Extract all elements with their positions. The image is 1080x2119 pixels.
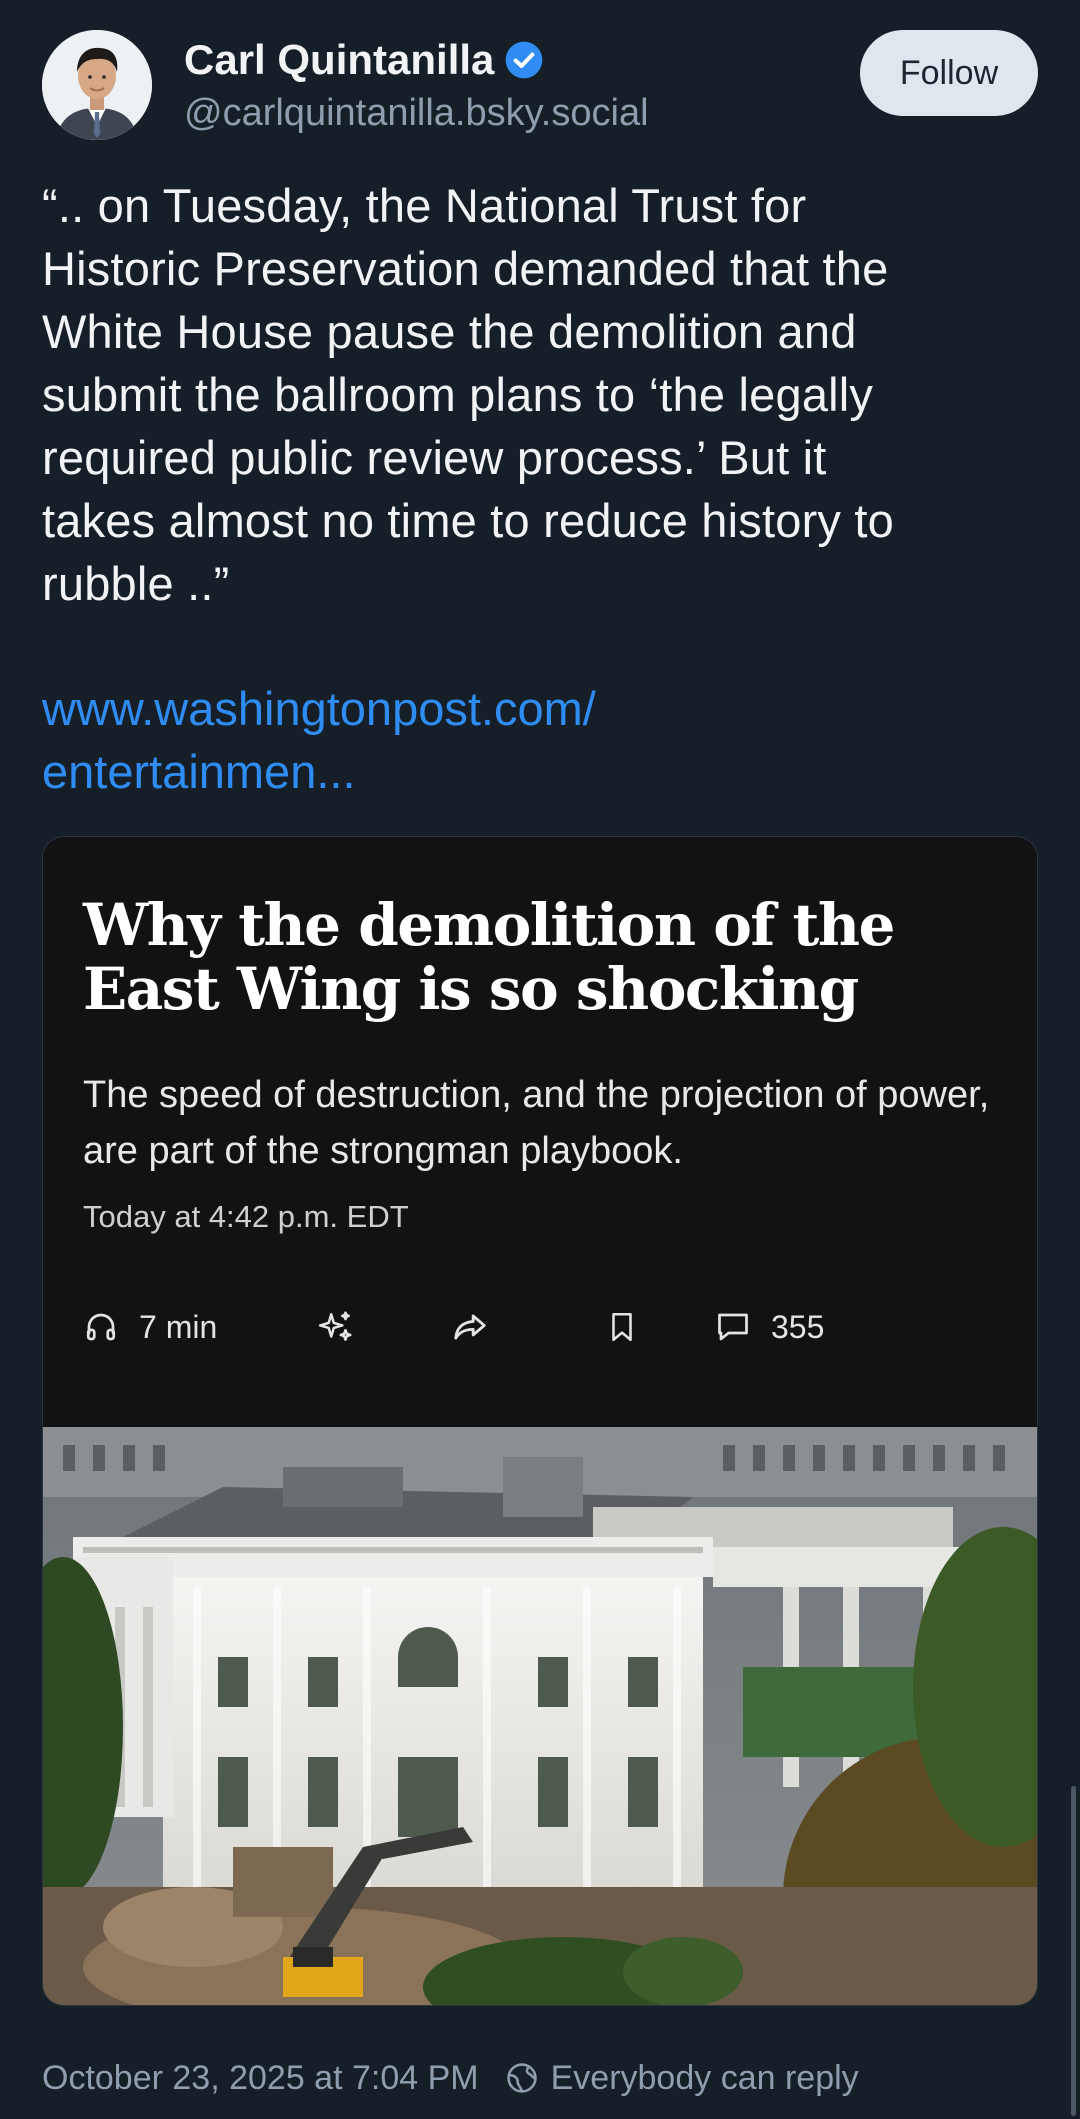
author-name[interactable]: Carl Quintanilla <box>184 36 544 84</box>
post-link-line-2[interactable]: entertainmen... <box>42 740 1022 803</box>
card-headline: Why the demolition of the East Wing is s… <box>83 891 895 1023</box>
article-image <box>43 1427 1037 2005</box>
bookmark-icon <box>605 1303 639 1351</box>
follow-button[interactable]: Follow <box>860 30 1038 116</box>
post-footer: October 23, 2025 at 7:04 PM Everybody ca… <box>42 2056 859 2100</box>
avatar[interactable] <box>42 30 152 140</box>
post-text: “.. on Tuesday, the National Trust for H… <box>42 179 894 610</box>
headphones-icon <box>83 1309 119 1345</box>
post-link-line-1[interactable]: www.washingtonpost.com/ <box>42 677 1022 740</box>
post-link[interactable]: www.washingtonpost.com/ entertainmen... <box>42 677 1022 803</box>
comment-count: 355 <box>771 1308 825 1345</box>
share-icon <box>451 1303 489 1351</box>
reply-settings-label[interactable]: Everybody can reply <box>551 2059 859 2098</box>
listen-control: 7 min <box>83 1303 217 1351</box>
card-subhead: The speed of destruction, and the projec… <box>83 1074 990 1172</box>
reply-settings-icon <box>505 2061 539 2095</box>
post-date[interactable]: October 23, 2025 at 7:04 PM <box>42 2059 479 2098</box>
scrollbar[interactable] <box>1071 1786 1076 2116</box>
verified-icon <box>504 40 544 80</box>
comment-control: 355 <box>715 1303 824 1351</box>
link-card[interactable]: Why the demolition of the East Wing is s… <box>42 836 1038 2006</box>
listen-time: 7 min <box>139 1308 218 1345</box>
card-toolbar: 7 min 355 <box>83 1303 983 1351</box>
sparkle-icon <box>317 1303 355 1351</box>
author-handle[interactable]: @carlquintanilla.bsky.social <box>184 92 649 135</box>
post-header: Carl Quintanilla @carlquintanilla.bsky.s… <box>42 30 1038 140</box>
comment-icon <box>715 1309 751 1345</box>
card-timestamp: Today at 4:42 p.m. EDT <box>83 1199 409 1234</box>
author-name-text[interactable]: Carl Quintanilla <box>184 36 494 84</box>
